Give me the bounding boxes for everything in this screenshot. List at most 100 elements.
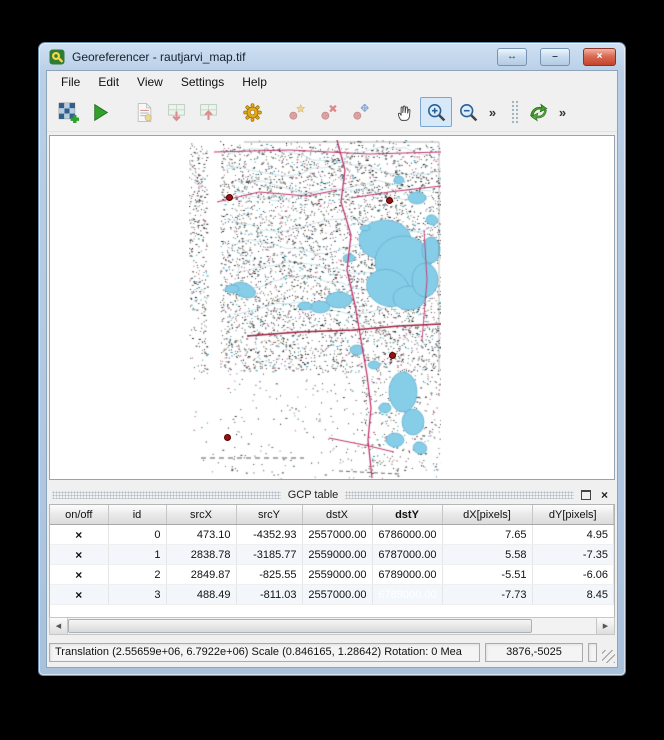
gcp-cell-dsty[interactable]: 6787000.00 (372, 545, 442, 565)
toolbar-overflow-button[interactable]: » (484, 97, 501, 127)
gcp-cell-dsty[interactable]: 6789000.00 (372, 585, 442, 605)
zoom-to-layer-icon (528, 102, 549, 123)
col-header-dx[interactable]: dX[pixels] (442, 505, 532, 525)
gcp-cell-dstx[interactable]: 2557000.00 (302, 585, 372, 605)
panel-close-icon: × (601, 489, 608, 501)
gcp-cell-srcy[interactable]: -3185.77 (236, 545, 302, 565)
gcp-cell-id[interactable]: 1 (108, 545, 166, 565)
load-gcp-points-button[interactable] (160, 97, 192, 127)
gcp-checkbox[interactable]: × (75, 548, 82, 562)
scrollbar-thumb[interactable] (68, 619, 532, 633)
gcp-cell-dx[interactable]: 7.65 (442, 525, 532, 545)
gdal-script-button[interactable] (128, 97, 160, 127)
toolbar-grip[interactable] (511, 100, 518, 124)
raster-map[interactable] (189, 140, 441, 480)
gcp-marker-1[interactable] (386, 197, 393, 204)
minimize-button[interactable]: – (540, 48, 570, 66)
col-header-dy[interactable]: dY[pixels] (532, 505, 614, 525)
scroll-right-button[interactable]: ▶ (596, 618, 614, 634)
gcp-cell-dstx[interactable]: 2559000.00 (302, 565, 372, 585)
zoom-in-button[interactable] (420, 97, 452, 127)
gcp-cell-id[interactable]: 2 (108, 565, 166, 585)
pan-button[interactable] (388, 97, 420, 127)
zoom-out-icon (458, 102, 479, 123)
gcp-cell-dx[interactable]: -7.73 (442, 585, 532, 605)
gcp-panel-title: GCP table (281, 489, 346, 501)
menu-view[interactable]: View (128, 73, 172, 91)
transformation-settings-button[interactable] (236, 97, 268, 127)
gcp-cell-id[interactable]: 0 (108, 525, 166, 545)
gcp-cell-dstx[interactable]: 2559000.00 (302, 545, 372, 565)
georeferencer-window: Georeferencer - rautjarvi_map.tif ↔ – × … (38, 42, 626, 676)
gcp-cell-onoff[interactable]: × (50, 545, 108, 565)
gcp-cell-dy[interactable]: -7.35 (532, 545, 614, 565)
restore-icon: ↔ (507, 52, 517, 62)
gcp-cell-onoff[interactable]: × (50, 525, 108, 545)
gcp-checkbox[interactable]: × (75, 568, 82, 582)
col-header-srcx[interactable]: srcX (166, 505, 236, 525)
restore-button[interactable]: ↔ (497, 48, 527, 66)
gcp-cell-dsty[interactable]: 6789000.00 (372, 565, 442, 585)
gcp-marker-2[interactable] (389, 352, 396, 359)
map-view[interactable] (49, 135, 615, 480)
gcp-cell-srcx[interactable]: 2849.87 (166, 565, 236, 585)
menu-edit[interactable]: Edit (89, 73, 128, 91)
col-header-dsty[interactable]: dstY (372, 505, 442, 525)
gcp-cell-dsty[interactable]: 6786000.00 (372, 525, 442, 545)
gcp-row-2[interactable]: × 2 2849.87 -825.55 2559000.00 6789000.0… (50, 565, 614, 585)
gcp-row-0[interactable]: × 0 473.10 -4352.93 2557000.00 6786000.0… (50, 525, 614, 545)
gcp-cell-dx[interactable]: 5.58 (442, 545, 532, 565)
zoom-out-button[interactable] (452, 97, 484, 127)
delete-point-button[interactable] (312, 97, 344, 127)
gcp-checkbox[interactable]: × (75, 588, 82, 602)
col-header-srcy[interactable]: srcY (236, 505, 302, 525)
gcp-cell-dy[interactable]: -6.06 (532, 565, 614, 585)
menu-settings[interactable]: Settings (172, 73, 233, 91)
gcp-row-1[interactable]: × 1 2838.78 -3185.77 2559000.00 6787000.… (50, 545, 614, 565)
titlebar[interactable]: Georeferencer - rautjarvi_map.tif ↔ – × (39, 43, 625, 70)
gcp-cell-dx[interactable]: -5.51 (442, 565, 532, 585)
menu-help[interactable]: Help (233, 73, 276, 91)
open-raster-icon (58, 102, 79, 123)
float-panel-button[interactable] (578, 488, 593, 502)
gcp-cell-srcx[interactable]: 488.49 (166, 585, 236, 605)
scroll-left-button[interactable]: ◀ (50, 618, 68, 634)
gcp-checkbox[interactable]: × (75, 528, 82, 542)
scrollbar-track[interactable] (532, 618, 596, 634)
gcp-cell-dy[interactable]: 8.45 (532, 585, 614, 605)
gcp-cell-onoff[interactable]: × (50, 565, 108, 585)
zoom-to-layer-button[interactable] (522, 97, 554, 127)
gcp-cell-id[interactable]: 3 (108, 585, 166, 605)
resize-grip[interactable] (602, 650, 615, 663)
col-header-id[interactable]: id (108, 505, 166, 525)
gcp-marker-0[interactable] (226, 194, 233, 201)
menu-file[interactable]: File (52, 73, 89, 91)
close-icon: × (597, 52, 603, 62)
col-header-onoff[interactable]: on/off (50, 505, 108, 525)
gcp-cell-srcy[interactable]: -811.03 (236, 585, 302, 605)
gcp-marker-3[interactable] (224, 434, 231, 441)
panel-grip-right (345, 491, 574, 499)
gcp-cell-srcy[interactable]: -4352.93 (236, 525, 302, 545)
open-raster-button[interactable] (52, 97, 84, 127)
horizontal-scrollbar[interactable]: ◀ ▶ (49, 617, 615, 635)
start-georeferencing-button[interactable] (84, 97, 116, 127)
move-point-button[interactable] (344, 97, 376, 127)
close-button[interactable]: × (583, 48, 616, 66)
gcp-cell-srcx[interactable]: 2838.78 (166, 545, 236, 565)
gcp-row-3[interactable]: × 3 488.49 -811.03 2557000.00 6789000.00… (50, 585, 614, 605)
gcp-cell-onoff[interactable]: × (50, 585, 108, 605)
add-point-button[interactable] (280, 97, 312, 127)
gcp-cell-dstx[interactable]: 2557000.00 (302, 525, 372, 545)
toolbar2-overflow-button[interactable]: » (554, 97, 571, 127)
save-gcp-points-button[interactable] (192, 97, 224, 127)
gcp-cell-srcx[interactable]: 473.10 (166, 525, 236, 545)
gcp-panel-titlebar[interactable]: GCP table × (49, 485, 615, 504)
gcp-table[interactable]: on/off id srcX srcY dstX dstY dX[pixels]… (49, 504, 615, 617)
col-header-dstx[interactable]: dstX (302, 505, 372, 525)
toolbar: » » (47, 93, 617, 132)
close-panel-button[interactable]: × (597, 488, 612, 502)
gcp-cell-srcy[interactable]: -825.55 (236, 565, 302, 585)
raster-image (189, 140, 441, 480)
gcp-cell-dy[interactable]: 4.95 (532, 525, 614, 545)
